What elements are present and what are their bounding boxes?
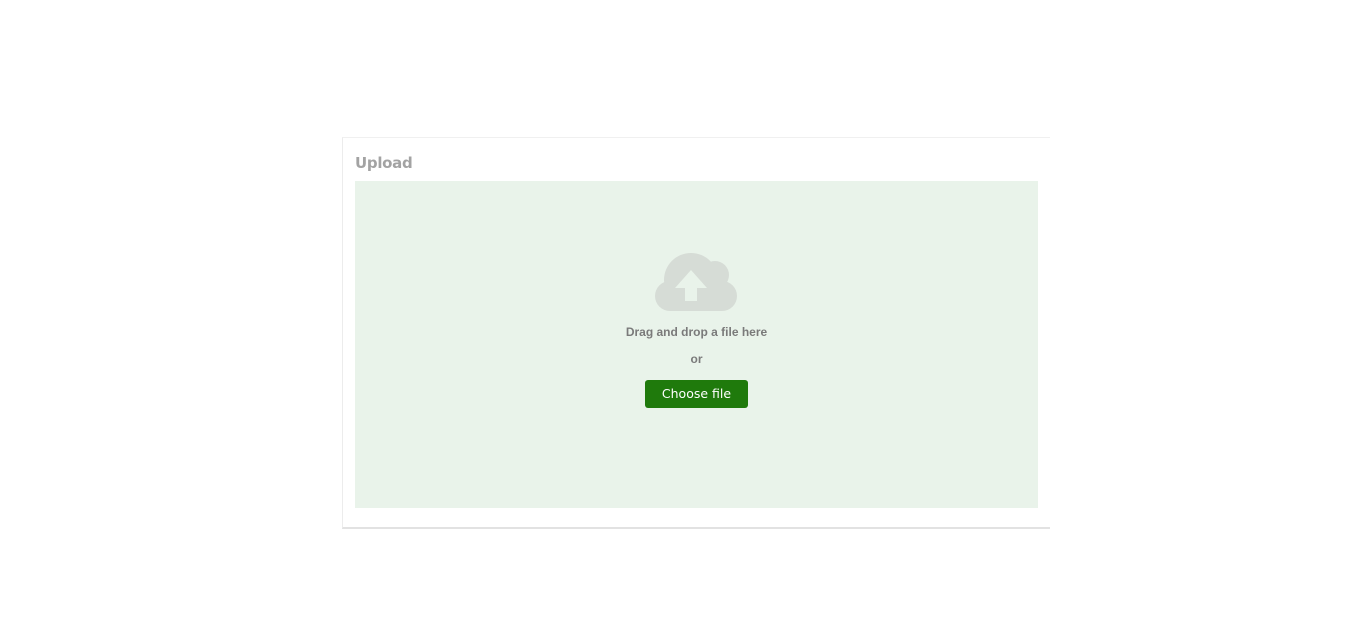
upload-title: Upload	[355, 154, 413, 172]
choose-file-button[interactable]: Choose file	[645, 380, 748, 408]
or-separator: or	[690, 352, 703, 366]
drag-drop-instruction: Drag and drop a file here	[625, 325, 768, 339]
cloud-upload-icon	[655, 253, 737, 311]
file-dropzone[interactable]: Drag and drop a file here or Choose file	[355, 181, 1038, 508]
upload-card: Upload Drag and drop a file here or Choo…	[342, 137, 1050, 529]
